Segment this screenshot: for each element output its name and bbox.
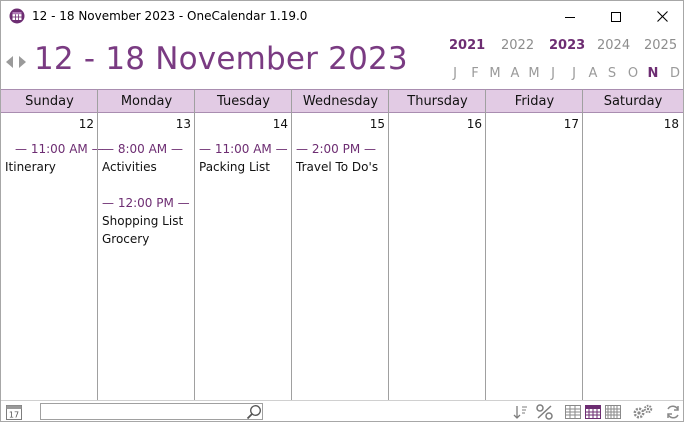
time-dash: — [167, 142, 183, 156]
column-divider [194, 89, 195, 400]
column-divider [485, 89, 486, 400]
month-view-icon[interactable] [605, 404, 621, 420]
event-time[interactable]: — 2:00 PM — [296, 142, 376, 156]
window-title: 12 - 18 November 2023 - OneCalendar 1.19… [32, 9, 308, 23]
page-title: 12 - 18 November 2023 [34, 41, 408, 77]
day-number[interactable]: 18 [583, 117, 679, 131]
day-number[interactable]: 15 [292, 117, 385, 131]
week-view-icon[interactable] [585, 404, 601, 420]
status-bar: 17 [1, 400, 683, 421]
day-header-saturday: Saturday [583, 89, 683, 113]
month-6[interactable]: J [545, 66, 561, 81]
task-filter-icon[interactable] [536, 404, 553, 420]
app-window: 12 - 18 November 2023 - OneCalendar 1.19… [0, 0, 684, 422]
onecalendar-logo-icon [9, 8, 25, 24]
week-grid: Sunday 12 — 11:00 AM — Itinerary Monday 13 — 8… [1, 89, 683, 400]
maximize-button[interactable] [593, 1, 639, 32]
settings-gears-icon[interactable] [633, 404, 653, 420]
time-dash: — [199, 142, 215, 156]
day-number[interactable]: 13 [98, 117, 191, 131]
day-header-wednesday: Wednesday [292, 89, 389, 113]
day-number[interactable]: 12 [1, 117, 94, 131]
day-header-tuesday: Tuesday [195, 89, 292, 113]
close-button[interactable] [639, 1, 683, 32]
week-nav-arrows [6, 54, 26, 68]
close-icon [656, 11, 668, 22]
month-10[interactable]: O [625, 66, 641, 81]
today-calendar-icon[interactable]: 17 [6, 404, 22, 420]
month-5[interactable]: M [526, 66, 542, 81]
time-dash: — [102, 142, 118, 156]
time-dash: — [173, 196, 190, 210]
month-1[interactable]: J [447, 66, 463, 81]
day-header-thursday: Thursday [389, 89, 486, 113]
minimize-button[interactable] [547, 1, 593, 32]
time-dash: — [271, 142, 288, 156]
event-item[interactable]: Activities [102, 160, 157, 174]
maximize-icon [611, 11, 621, 22]
event-item[interactable]: Shopping List [102, 214, 183, 228]
event-time-label: 11:00 AM [214, 142, 272, 156]
day-header-monday: Monday [98, 89, 195, 113]
column-divider [291, 89, 292, 400]
column-divider [582, 89, 583, 400]
event-time[interactable]: — 8:00 AM — [102, 142, 183, 156]
minimize-icon [565, 16, 575, 18]
event-item[interactable]: Packing List [199, 160, 270, 174]
month-11[interactable]: N [645, 66, 661, 81]
month-12[interactable]: D [667, 66, 683, 81]
search-input[interactable] [40, 403, 263, 420]
title-bar: 12 - 18 November 2023 - OneCalendar 1.19… [1, 1, 683, 32]
month-8[interactable]: A [585, 66, 601, 81]
day-header-friday: Friday [486, 89, 583, 113]
event-time[interactable]: — 11:00 AM — [15, 142, 104, 156]
year-2024[interactable]: 2024 [597, 38, 630, 53]
month-9[interactable]: S [604, 66, 620, 81]
time-dash: — [360, 142, 377, 156]
time-dash: — [15, 142, 31, 156]
year-2023[interactable]: 2023 [549, 38, 585, 53]
sync-refresh-icon[interactable] [665, 404, 681, 420]
event-time-label: 8:00 AM [117, 142, 168, 156]
month-3[interactable]: M [487, 66, 503, 81]
event-time-label: 11:00 AM [30, 142, 88, 156]
column-divider [97, 89, 98, 400]
column-divider [388, 89, 389, 400]
time-dash: — [296, 142, 312, 156]
event-item[interactable]: Travel To Do's [296, 160, 378, 174]
event-item[interactable]: Itinerary [5, 160, 56, 174]
event-time[interactable]: — 11:00 AM — [199, 142, 288, 156]
month-4[interactable]: A [507, 66, 523, 81]
next-week-icon[interactable] [19, 56, 26, 68]
day-number[interactable]: 17 [486, 117, 579, 131]
event-time[interactable]: — 12:00 PM — [102, 196, 190, 210]
day-view-icon[interactable] [565, 404, 581, 420]
year-2025[interactable]: 2025 [644, 38, 677, 53]
sort-icon[interactable] [512, 404, 528, 420]
year-2022[interactable]: 2022 [501, 38, 534, 53]
search-icon[interactable] [246, 404, 262, 420]
month-7[interactable]: J [566, 66, 582, 81]
event-item[interactable]: Grocery [102, 232, 149, 246]
previous-week-icon[interactable] [6, 56, 13, 68]
today-day-number: 17 [9, 411, 19, 420]
year-2021[interactable]: 2021 [449, 38, 485, 53]
time-dash: — [102, 196, 118, 210]
day-header-sunday: Sunday [1, 89, 98, 113]
event-time-label: 12:00 PM [117, 196, 174, 210]
day-number[interactable]: 16 [389, 117, 482, 131]
day-number[interactable]: 14 [195, 117, 288, 131]
month-2[interactable]: F [467, 66, 483, 81]
event-time-label: 2:00 PM [311, 142, 361, 156]
